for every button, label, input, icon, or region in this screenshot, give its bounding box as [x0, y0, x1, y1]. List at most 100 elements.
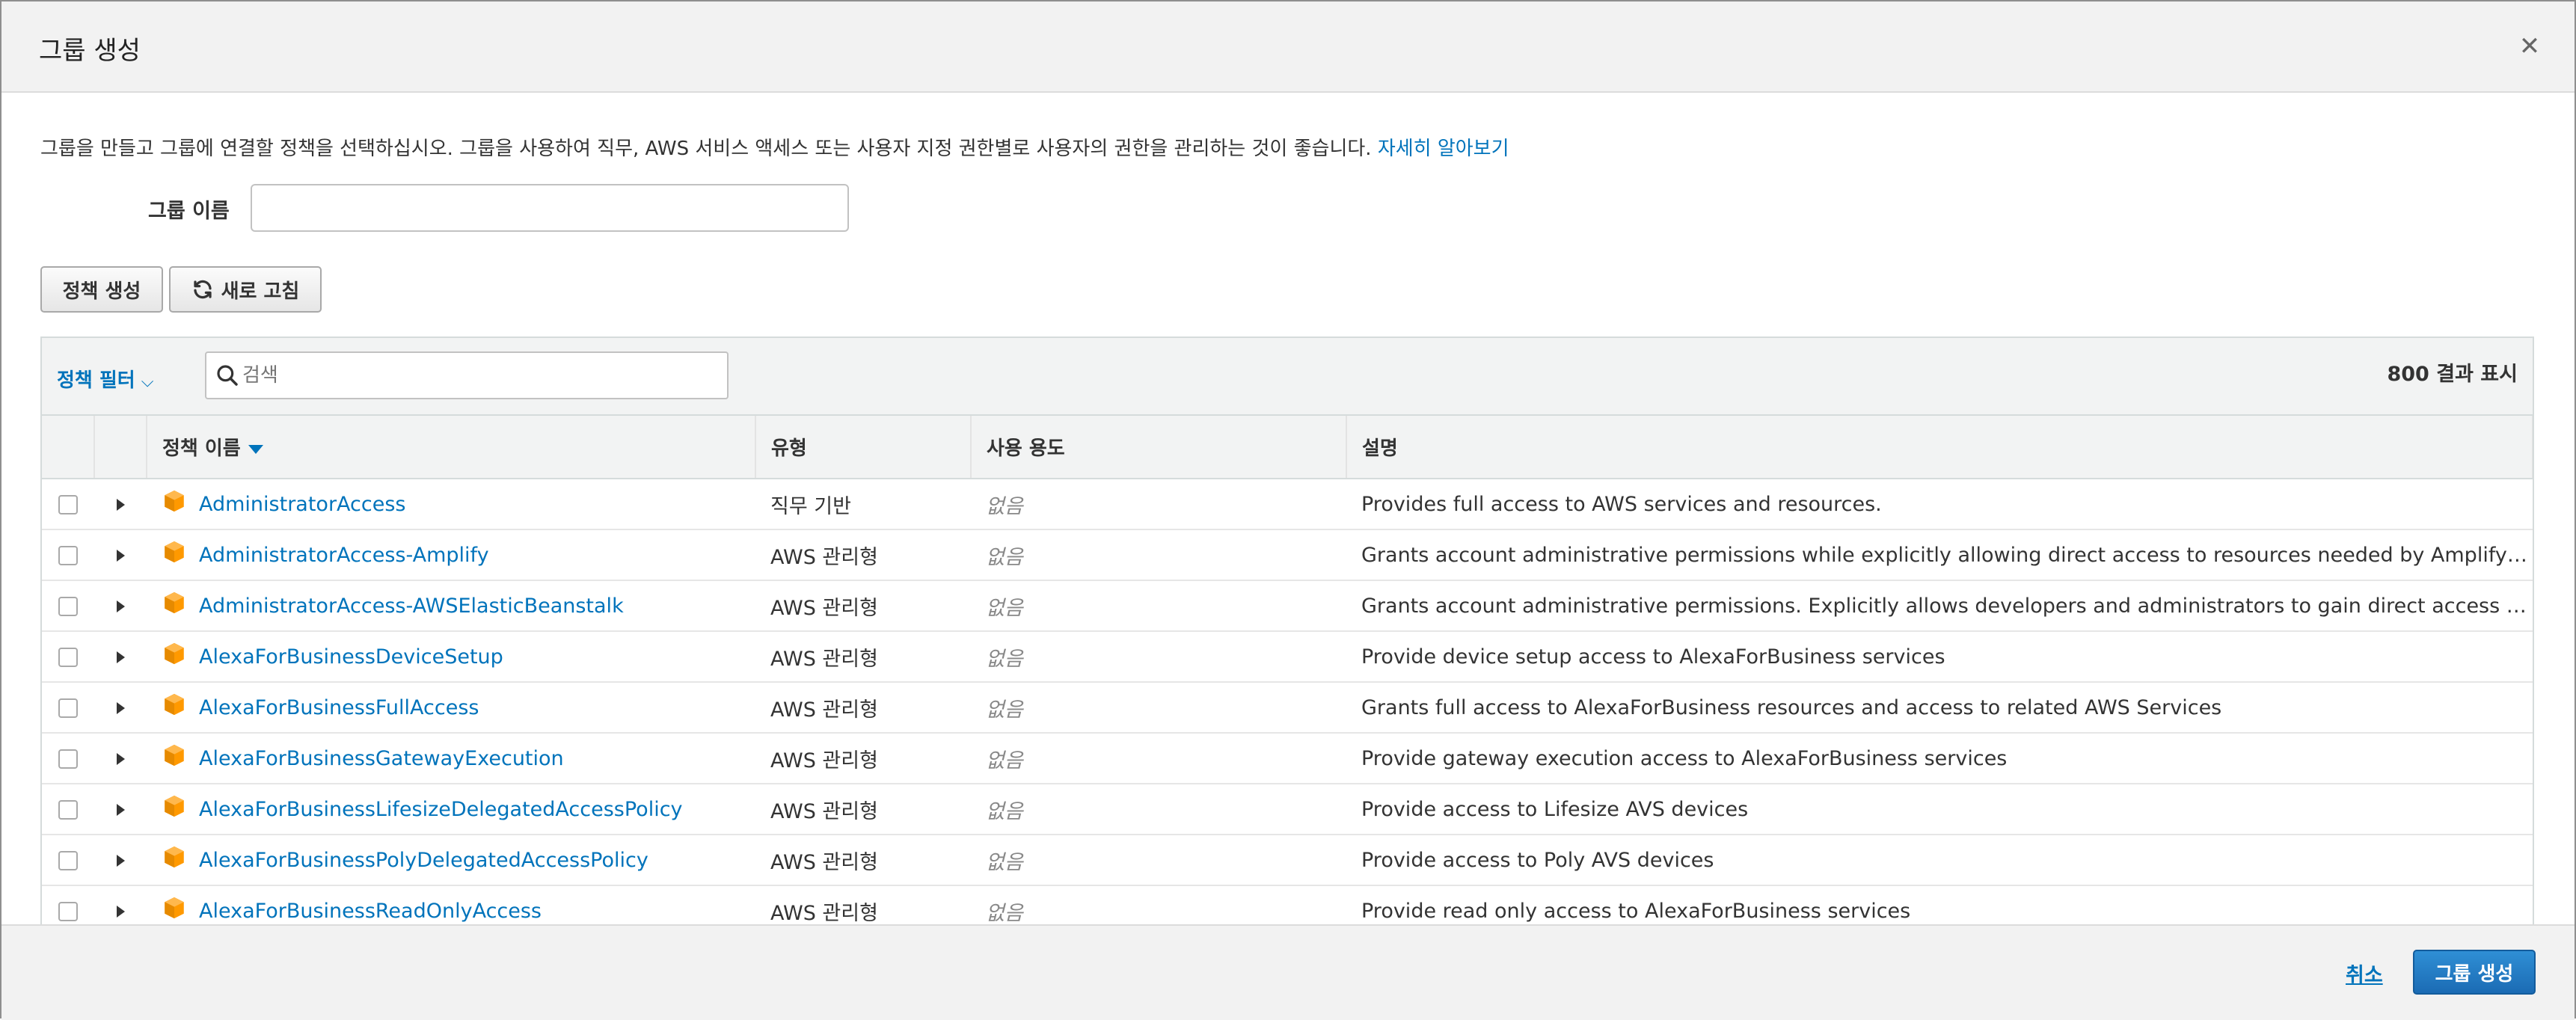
row-checkbox[interactable] [58, 648, 78, 667]
refresh-button[interactable]: 새로 고침 [169, 266, 322, 313]
expand-arrow-icon[interactable] [116, 804, 125, 816]
policy-cube-icon [165, 592, 184, 613]
row-checkbox[interactable] [58, 597, 78, 616]
row-expand-cell [94, 631, 147, 683]
policy-usage-cell: 없음 [971, 885, 1346, 926]
policy-cube-icon [165, 490, 184, 511]
group-name-input[interactable] [251, 184, 849, 232]
table-header-row: 정책 이름 유형 사용 용도 설명 [42, 416, 2533, 479]
row-checkbox[interactable] [58, 749, 78, 769]
cancel-button[interactable]: 취소 [2346, 959, 2383, 988]
policy-name-cell: AlexaForBusinessDeviceSetup [147, 631, 755, 683]
row-checkbox[interactable] [58, 851, 78, 870]
policy-name-cell: AlexaForBusinessLifesizeDelegatedAccessP… [147, 784, 755, 835]
policy-description-cell: Grants full access to AlexaForBusiness r… [1346, 682, 2533, 734]
expand-arrow-icon[interactable] [116, 753, 125, 765]
policy-name-link[interactable]: AdministratorAccess [199, 493, 406, 516]
table-row[interactable]: AdministratorAccess 직무 기반 없음 Provides full … [42, 479, 2533, 530]
policy-description-cell: Provide access to Poly AVS devices [1346, 835, 2533, 886]
policy-description-cell: Provides full access to AWS services and… [1346, 479, 2533, 530]
header-expand-column [94, 416, 147, 479]
policy-name-link[interactable]: AlexaForBusinessReadOnlyAccess [199, 900, 542, 923]
policy-table: 정책 이름 유형 사용 용도 설명 AdministratorAccess 직무 … [42, 416, 2533, 926]
table-row[interactable]: AlexaForBusinessGatewayExecution AWS 관리형 없… [42, 733, 2533, 784]
policy-usage-cell: 없음 [971, 631, 1346, 683]
close-icon[interactable]: ✕ [2515, 31, 2545, 61]
policy-name-link[interactable]: AlexaForBusinessLifesizeDelegatedAccessP… [199, 798, 683, 821]
expand-arrow-icon[interactable] [116, 600, 125, 612]
row-expand-cell [94, 529, 147, 581]
table-row[interactable]: AlexaForBusinessLifesizeDelegatedAccessP… [42, 784, 2533, 835]
policy-name-link[interactable]: AdministratorAccess-Amplify [199, 544, 489, 567]
row-checkbox[interactable] [58, 902, 78, 921]
policy-name-cell: AlexaForBusinessGatewayExecution [147, 733, 755, 784]
header-type[interactable]: 유형 [755, 416, 972, 479]
dialog-title: 그룹 생성 [39, 36, 141, 66]
table-row[interactable]: AdministratorAccess-Amplify AWS 관리형 없음 Gran… [42, 529, 2533, 581]
policy-name-link[interactable]: AlexaForBusinessGatewayExecution [199, 747, 564, 770]
header-usage[interactable]: 사용 용도 [971, 416, 1347, 479]
expand-arrow-icon[interactable] [116, 651, 125, 663]
policy-usage-cell: 없음 [971, 835, 1346, 886]
policy-name-link[interactable]: AlexaForBusinessFullAccess [199, 696, 479, 719]
sort-desc-icon [248, 444, 263, 454]
policy-name-cell: AlexaForBusinessFullAccess [147, 682, 755, 734]
refresh-icon [194, 280, 212, 299]
expand-arrow-icon[interactable] [116, 550, 125, 562]
policy-description-cell: Provide gateway execution access to Alex… [1346, 733, 2533, 784]
table-row[interactable]: AlexaForBusinessFullAccess AWS 관리형 없음 Grant… [42, 682, 2533, 734]
table-row[interactable]: AdministratorAccess-AWSElasticBeanstalk A… [42, 580, 2533, 632]
table-row[interactable]: AlexaForBusinessDeviceSetup AWS 관리형 없음 Prov… [42, 631, 2533, 683]
search-icon [217, 365, 238, 386]
row-expand-cell [94, 733, 147, 784]
header-policy-name-label: 정책 이름 [162, 437, 241, 460]
create-group-label: 그룹 생성 [2435, 962, 2514, 986]
expand-arrow-icon[interactable] [116, 499, 125, 511]
policy-cube-icon [165, 744, 184, 766]
policy-usage-cell: 없음 [971, 682, 1346, 734]
row-select-cell [42, 784, 94, 835]
policy-cube-icon [165, 541, 184, 562]
policy-type-cell: 직무 기반 [755, 479, 971, 530]
policy-cube-icon [165, 846, 184, 867]
filter-bar: 정책 필터 ⌵ 800 결과 표시 [42, 338, 2533, 416]
expand-arrow-icon[interactable] [116, 702, 125, 714]
row-checkbox[interactable] [58, 800, 78, 820]
row-select-cell [42, 733, 94, 784]
policy-type-cell: AWS 관리형 [755, 733, 971, 784]
row-select-cell [42, 529, 94, 581]
row-expand-cell [94, 885, 147, 926]
search-input[interactable] [242, 353, 721, 398]
policy-cube-icon [165, 897, 184, 918]
intro-description: 그룹을 만들고 그룹에 연결할 정책을 선택하십시오. 그룹을 사용하여 직무,… [40, 138, 1378, 160]
expand-arrow-icon[interactable] [116, 906, 125, 918]
search-box[interactable] [205, 351, 729, 399]
dialog-footer: 취소 그룹 생성 [1, 924, 2575, 1020]
policy-description-cell: Provide access to Lifesize AVS devices [1346, 784, 2533, 835]
policy-name-link[interactable]: AlexaForBusinessPolyDelegatedAccessPolic… [199, 849, 648, 872]
create-policy-button[interactable]: 정책 생성 [40, 266, 163, 313]
row-checkbox[interactable] [58, 698, 78, 718]
chevron-down-icon: ⌵ [141, 372, 154, 391]
learn-more-link[interactable]: 자세히 알아보기 [1378, 138, 1509, 160]
policy-table-panel: 정책 필터 ⌵ 800 결과 표시 [40, 337, 2534, 927]
policy-name-link[interactable]: AdministratorAccess-AWSElasticBeanstalk [199, 595, 624, 618]
expand-arrow-icon[interactable] [116, 855, 125, 867]
policy-description-cell: Grants account administrative permission… [1346, 529, 2533, 581]
policy-name-link[interactable]: AlexaForBusinessDeviceSetup [199, 645, 503, 669]
create-group-button[interactable]: 그룹 생성 [2413, 950, 2536, 995]
policy-type-cell: AWS 관리형 [755, 885, 971, 926]
policy-type-cell: AWS 관리형 [755, 529, 971, 581]
row-checkbox[interactable] [58, 495, 78, 514]
policy-cube-icon [165, 642, 184, 664]
header-policy-name[interactable]: 정책 이름 [147, 416, 756, 479]
result-count: 800 결과 표시 [2387, 363, 2518, 386]
row-expand-cell [94, 479, 147, 530]
row-checkbox[interactable] [58, 546, 78, 565]
table-row[interactable]: AlexaForBusinessPolyDelegatedAccessPolic… [42, 835, 2533, 886]
table-row[interactable]: AlexaForBusinessReadOnlyAccess AWS 관리형 없음 P… [42, 885, 2533, 926]
policy-filter-dropdown[interactable]: 정책 필터 ⌵ [57, 365, 153, 393]
row-expand-cell [94, 784, 147, 835]
policy-type-cell: AWS 관리형 [755, 682, 971, 734]
policy-usage-cell: 없음 [971, 479, 1346, 530]
